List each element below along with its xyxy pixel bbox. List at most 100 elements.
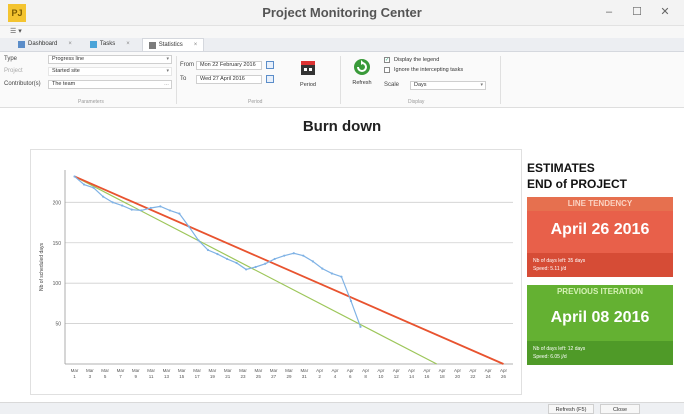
- x-tick-label: Apr: [469, 368, 477, 373]
- from-value: Mon 22 February 2016: [200, 62, 256, 68]
- tab-close-icon[interactable]: ×: [126, 38, 130, 51]
- contributors-label: Contributor(s): [4, 81, 41, 87]
- x-tick-label: Mar: [300, 368, 308, 373]
- data-point: [149, 206, 152, 210]
- x-tick-label: Mar: [254, 368, 262, 373]
- close-button[interactable]: ✕: [652, 3, 678, 21]
- tab-close-icon[interactable]: ×: [68, 38, 72, 51]
- x-tick-label: 16: [424, 374, 430, 379]
- minimize-button[interactable]: –: [596, 3, 622, 21]
- close-dialog-button[interactable]: Close: [600, 404, 640, 414]
- data-point: [206, 248, 210, 252]
- x-tick-label: 17: [195, 374, 201, 379]
- x-tick-label: 20: [455, 374, 461, 379]
- dashboard-icon: [18, 41, 25, 48]
- period-icon[interactable]: [298, 58, 318, 78]
- x-tick-label: Mar: [86, 368, 94, 373]
- line-tendency-date: April 26 2016: [550, 221, 650, 238]
- chevron-down-icon: ▾: [480, 82, 483, 88]
- data-point: [121, 204, 124, 207]
- x-tick-label: Mar: [163, 368, 171, 373]
- x-tick-label: 15: [179, 374, 185, 379]
- x-tick-label: Mar: [224, 368, 232, 373]
- x-tick-label: Apr: [331, 368, 339, 373]
- refresh-f5-button[interactable]: Refresh (F5): [548, 404, 594, 414]
- burn-down-chart-svg: 50100150200Nb of scheduled daysMar1Mar3M…: [39, 170, 513, 379]
- statistics-panel: Burn down 50 100 150 200 Nb of scheduled day…: [0, 109, 684, 402]
- data-point: [140, 209, 143, 212]
- data-point: [235, 261, 238, 265]
- calendar-icon[interactable]: [266, 61, 274, 69]
- from-label: From: [180, 62, 194, 68]
- x-tick-label: Apr: [393, 368, 401, 373]
- x-tick-label: 26: [501, 374, 507, 379]
- scale-select[interactable]: Days ▾: [410, 81, 486, 90]
- project-select[interactable]: Started site ▾: [48, 67, 172, 76]
- period-button[interactable]: Period: [290, 82, 326, 88]
- tab-label: Statistics: [158, 41, 183, 48]
- calendar-icon[interactable]: [266, 75, 274, 83]
- to-date-field[interactable]: Wed 27 April 2016: [196, 75, 262, 84]
- x-tick-label: Mar: [117, 368, 125, 373]
- data-point: [216, 252, 219, 256]
- line-tendency-days: Nb of days left: 35 days: [533, 258, 586, 264]
- tab-dashboard[interactable]: Dashboard ×: [12, 38, 78, 51]
- from-date-field[interactable]: Mon 22 February 2016: [196, 61, 262, 70]
- x-tick-label: Apr: [316, 368, 324, 373]
- y-axis-label: Nb of scheduled days: [39, 242, 45, 291]
- tasks-icon: [89, 41, 97, 48]
- data-point: [92, 186, 95, 189]
- tab-close-icon[interactable]: ×: [194, 39, 198, 52]
- line-tendency-speed: Speed: 5.11 j/d: [533, 266, 567, 272]
- tab-statistics[interactable]: Statistics ×: [141, 38, 205, 52]
- x-tick-label: Mar: [209, 368, 217, 373]
- type-select[interactable]: Progress line ▾: [48, 55, 172, 64]
- previous-iteration-band: [527, 341, 673, 365]
- data-point: [197, 239, 200, 242]
- x-tick-label: 25: [256, 374, 262, 379]
- y-tick-label: 200: [53, 200, 62, 206]
- quick-access-menu[interactable]: ☰ ▾: [0, 26, 684, 38]
- data-point: [168, 209, 171, 212]
- x-tick-label: Apr: [439, 368, 447, 373]
- type-label: Type: [4, 56, 18, 62]
- x-tick-label: Mar: [178, 368, 186, 373]
- more-icon[interactable]: …: [164, 81, 169, 88]
- tab-tasks[interactable]: Tasks ×: [84, 38, 136, 51]
- ribbon-separator: [500, 56, 501, 104]
- data-point: [283, 254, 286, 257]
- data-point: [102, 195, 105, 198]
- contributors-field[interactable]: The team…: [48, 80, 172, 89]
- refresh-icon[interactable]: [353, 58, 371, 76]
- display-legend-checkbox[interactable]: ✓: [384, 57, 390, 63]
- refresh-button[interactable]: Refresh: [346, 80, 378, 86]
- chevron-down-icon: ▾: [166, 68, 169, 74]
- x-tick-label: 24: [486, 374, 492, 379]
- previous-iteration-speed: Speed: 6.05 j/d: [533, 354, 567, 360]
- maximize-button[interactable]: ☐: [624, 3, 650, 21]
- data-point: [311, 260, 314, 263]
- x-tick-label: 7: [119, 374, 122, 379]
- x-tick-label: Mar: [285, 368, 293, 373]
- x-tick-label: Mar: [147, 368, 155, 373]
- x-tick-label: 29: [286, 374, 292, 379]
- previous-iteration-card: PREVIOUS ITERATION April 08 2016 Nb of d…: [527, 285, 673, 365]
- ignore-tasks-checkbox[interactable]: [384, 67, 390, 73]
- x-tick-label: 14: [409, 374, 415, 379]
- data-point: [264, 262, 267, 265]
- data-point: [330, 272, 333, 275]
- data-point: [130, 208, 133, 211]
- x-tick-label: Apr: [454, 368, 462, 373]
- tab-label: Tasks: [99, 41, 116, 47]
- series-line-previous-iteration: [74, 175, 438, 365]
- project-label: Project: [4, 68, 23, 74]
- x-tick-label: 18: [440, 374, 446, 379]
- x-tick-label: 9: [135, 374, 138, 379]
- x-tick-label: Mar: [132, 368, 140, 373]
- line-tendency-band: [527, 253, 673, 277]
- tab-label: Dashboard: [28, 41, 58, 47]
- x-tick-label: Apr: [423, 368, 431, 373]
- ribbon-separator: [340, 56, 341, 104]
- x-tick-label: 31: [302, 374, 308, 379]
- data-point: [73, 175, 76, 178]
